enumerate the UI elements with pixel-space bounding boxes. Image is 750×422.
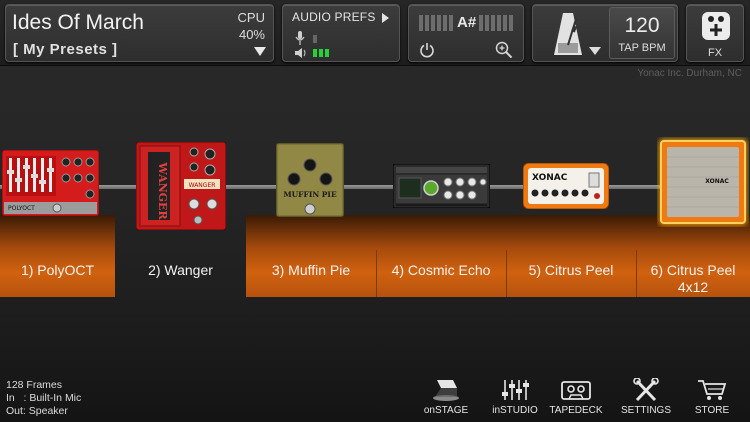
cpu-label: CPU [237,10,265,25]
polyoct-brand: POLYOCT [8,205,35,212]
metronome-panel: 120 TAP BPM [532,4,678,62]
slot-label-2[interactable]: 2) Wanger [115,262,246,278]
metronome-icon[interactable] [551,11,585,57]
nav-tapedeck-label: TAPEDECK [549,405,603,416]
cab-brand: XONAC [705,178,729,185]
input-level-meter [313,35,317,43]
muffin-brand: MUFFIN PIE [283,190,337,199]
preset-title: Ides Of March [12,11,144,34]
nav-instudio-label: inSTUDIO [492,405,538,416]
muffin-pie-pedal[interactable]: MUFFIN PIE [276,143,344,217]
tap-bpm-label: TAP BPM [618,42,666,54]
tap-bpm-button[interactable]: 120 TAP BPM [609,7,675,59]
tuner-sharp-bars [479,15,513,31]
nav-instudio[interactable]: inSTUDIO [487,378,543,416]
slot-label-4[interactable]: 4) Cosmic Echo [376,262,506,278]
top-bar: Ides Of March [ My Presets ] CPU 40% AUD… [0,0,750,66]
cpu-value: 40% [238,27,265,42]
slot-label-6[interactable]: 6) Citrus Peel 4x12 [636,262,750,296]
play-arrow-icon [382,13,389,23]
slot-1-bg [0,215,115,297]
cart-icon [698,380,727,400]
preset-selector[interactable]: Ides Of March [ My Presets ] CPU 40% [5,4,274,62]
frames-text: 128 Frames [6,379,63,391]
preset-dropdown-icon[interactable] [254,47,266,56]
amp-brand: XONAC [532,173,568,183]
nav-settings[interactable]: SETTINGS [618,378,674,416]
audio-prefs-label: AUDIO PREFS [292,10,376,24]
nav-settings-label: SETTINGS [620,405,671,416]
metronome-dropdown-icon[interactable] [589,47,601,55]
output-level-meter [313,49,329,57]
citrus-peel-amp[interactable]: XONAC [523,163,609,209]
slot-label-6-size: 4x12 [677,279,709,295]
input-text: In : Built-In Mic [6,392,82,404]
mixer-sliders-icon [502,380,529,400]
audio-prefs-panel[interactable]: AUDIO PREFS [282,4,400,62]
nav-onstage-label: onSTAGE [423,405,469,416]
nav-store-label: STORE [694,405,730,416]
company-credit: Yonac Inc. Durham, NC [637,68,742,79]
fx-button[interactable]: FX [686,4,744,62]
wanger-pedal[interactable]: WANGER WANGER [136,142,226,230]
slot-label-5[interactable]: 5) Citrus Peel [506,262,636,278]
tuner-flat-bars [419,15,453,31]
wanger-label: WANGER [189,182,216,189]
microphone-icon [295,31,305,45]
tools-icon [633,378,659,402]
io-status: 128 Frames In : Built-In Mic Out: Speake… [6,379,81,418]
nav-onstage[interactable]: onSTAGE [418,378,474,416]
output-text: Out: Speaker [6,405,68,417]
spotlight-icon [433,380,459,401]
fx-label: FX [707,47,723,59]
nav-store[interactable]: STORE [686,378,738,416]
polyoct-pedal[interactable]: POLYOCT [2,150,99,216]
preset-bank: [ My Presets ] [13,41,118,58]
nav-tapedeck[interactable]: TAPEDECK [548,378,604,416]
tuner-panel[interactable]: A# [408,4,524,62]
slot-label-6-name: 6) Citrus Peel [650,262,736,278]
tuner-note: A# [457,14,477,31]
speaker-icon [295,48,306,58]
fx-add-icon [702,12,730,40]
cosmic-echo-unit[interactable] [393,164,490,208]
wanger-brand: WANGER [156,161,169,220]
citrus-peel-4x12-cab[interactable]: XONAC [657,137,749,227]
zoom-in-icon[interactable] [495,41,513,59]
slot-label-3[interactable]: 3) Muffin Pie [246,262,376,278]
power-icon[interactable] [419,42,435,58]
slot-label-1[interactable]: 1) PolyOCT [0,262,115,278]
cassette-icon [561,381,591,400]
bpm-value: 120 [624,14,660,37]
